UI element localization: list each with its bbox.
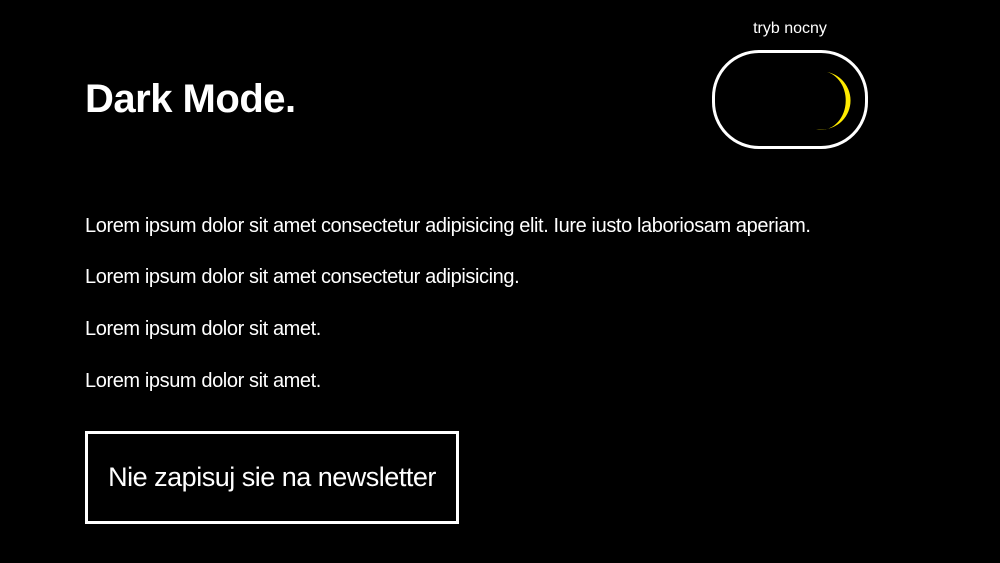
- page-title: Dark Mode.: [85, 77, 296, 121]
- page: Dark Mode. tryb nocny Lorem ipsum dolor …: [0, 0, 1000, 563]
- newsletter-button[interactable]: Nie zapisuj sie na newsletter: [85, 431, 459, 524]
- paragraph-1: Lorem ipsum dolor sit amet consectetur a…: [85, 215, 811, 237]
- paragraph-2: Lorem ipsum dolor sit amet consectetur a…: [85, 266, 520, 288]
- paragraph-4: Lorem ipsum dolor sit amet.: [85, 370, 321, 392]
- theme-toggle-label: tryb nocny: [753, 20, 827, 37]
- moon-icon-shape: [816, 72, 851, 130]
- paragraph-3: Lorem ipsum dolor sit amet.: [85, 318, 321, 340]
- dark-mode-toggle[interactable]: [712, 50, 868, 149]
- moon-icon: [816, 72, 851, 130]
